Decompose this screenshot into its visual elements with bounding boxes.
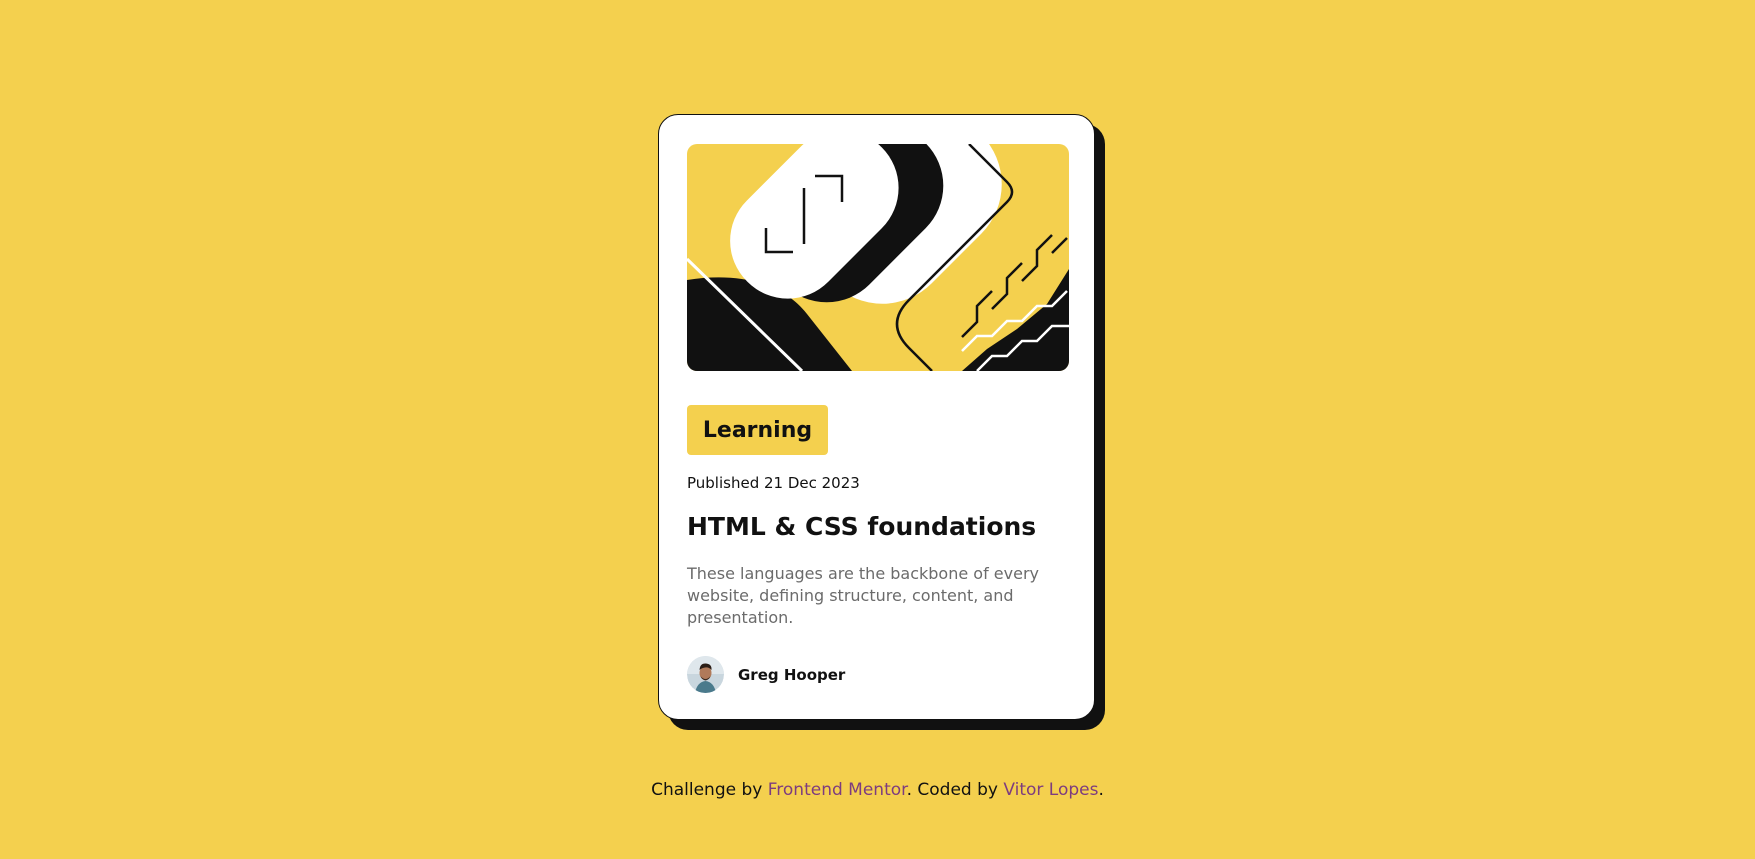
blog-card: Learning Published 21 Dec 2023 HTML & CS… bbox=[658, 114, 1095, 720]
author-avatar-icon bbox=[687, 656, 724, 693]
category-tag: Learning bbox=[687, 405, 828, 455]
card-description: These languages are the backbone of ever… bbox=[687, 564, 1039, 627]
hero-illustration bbox=[687, 144, 1069, 371]
attribution-footer: Challenge by Frontend Mentor. Coded by V… bbox=[0, 780, 1755, 800]
author-name: Greg Hooper bbox=[738, 665, 846, 684]
published-date: Published 21 Dec 2023 bbox=[687, 474, 860, 492]
card-title[interactable]: HTML & CSS foundations bbox=[687, 512, 1036, 541]
author: Greg Hooper bbox=[687, 656, 845, 693]
footer-prefix: Challenge by bbox=[651, 780, 768, 800]
footer-suffix: . bbox=[1098, 780, 1104, 800]
code-illustration-icon bbox=[687, 144, 1069, 371]
footer-middle: . Coded by bbox=[906, 780, 1004, 800]
frontend-mentor-link[interactable]: Frontend Mentor bbox=[768, 780, 907, 800]
author-link[interactable]: Vitor Lopes bbox=[1003, 780, 1098, 800]
